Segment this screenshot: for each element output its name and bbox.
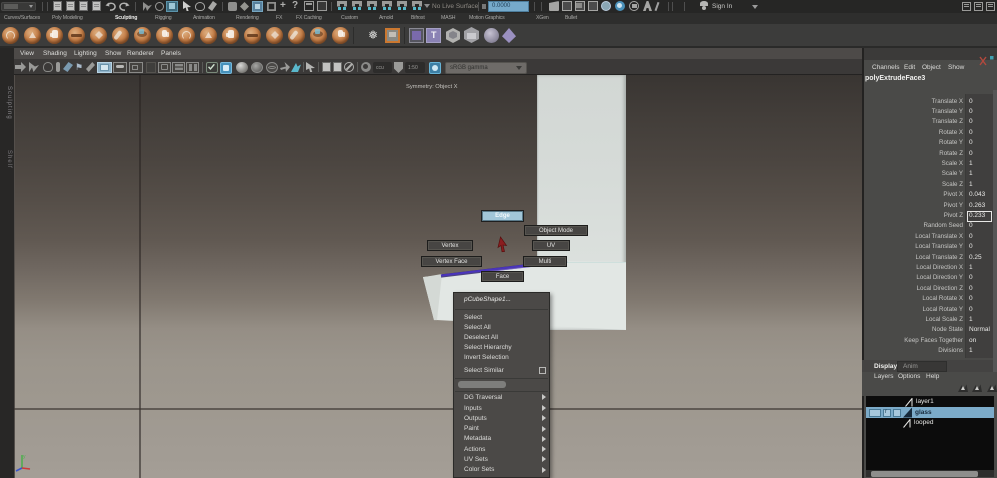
svg-text:y: y	[23, 454, 26, 460]
